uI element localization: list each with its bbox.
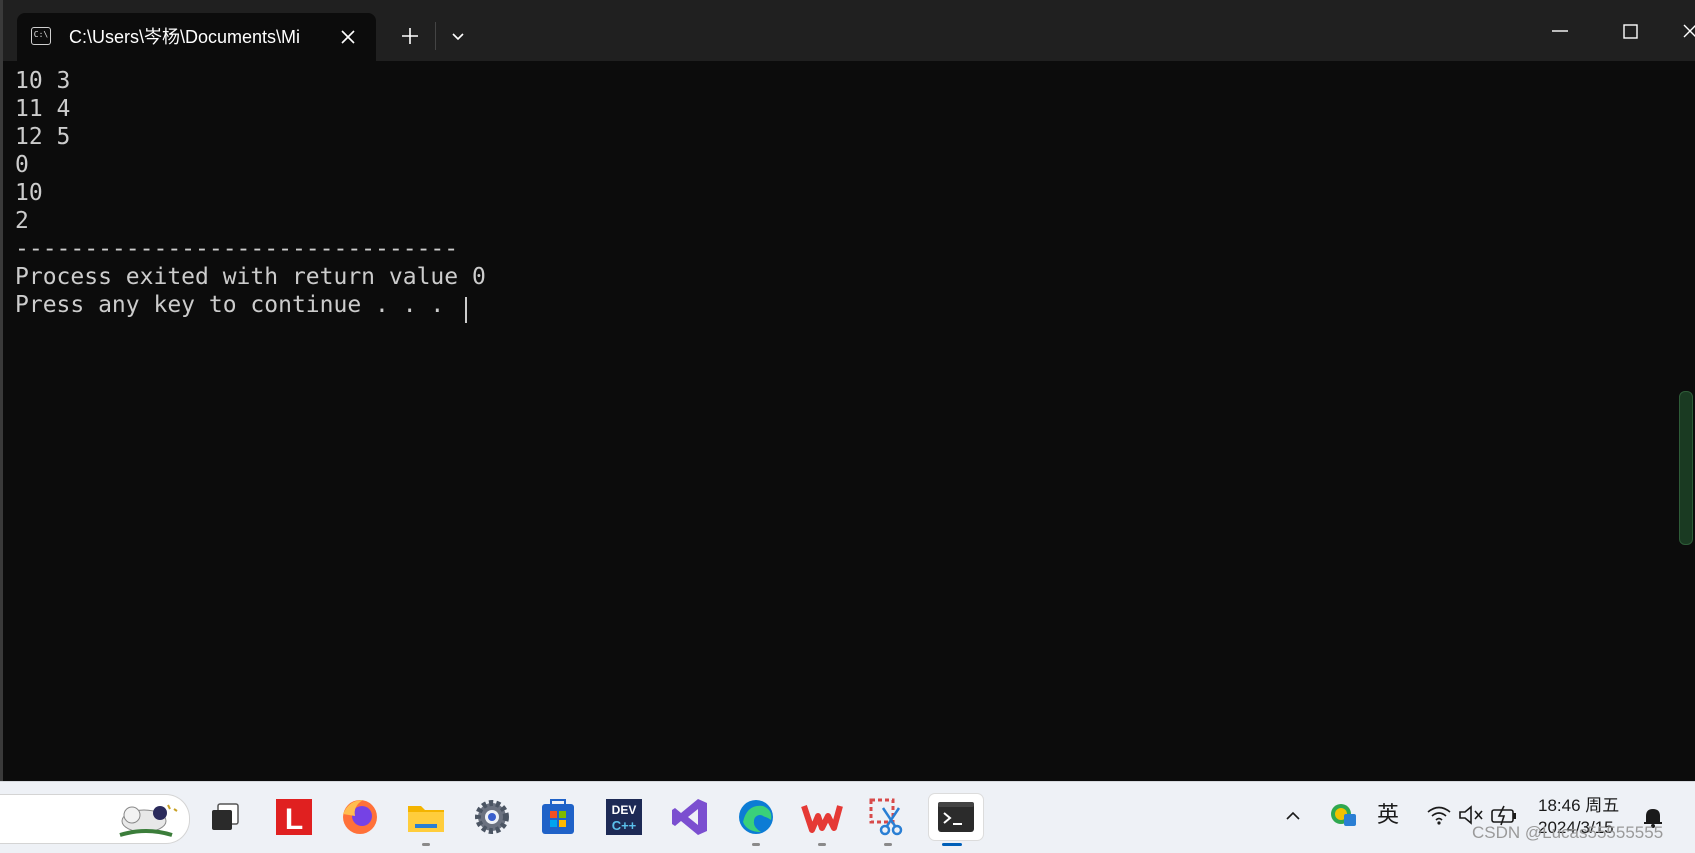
console-icon: C:\	[31, 27, 51, 45]
wifi-icon[interactable]	[1425, 802, 1453, 828]
edge-icon	[739, 800, 773, 834]
running-indicator	[752, 843, 760, 846]
console-prompt-line: Press any key to continue . . .	[15, 292, 459, 318]
minimize-button[interactable]	[1540, 17, 1580, 45]
svg-text:L: L	[285, 803, 303, 836]
console-line: 2	[15, 208, 29, 234]
ime-language-indicator[interactable]: 英	[1377, 802, 1399, 828]
chevron-down-icon[interactable]	[444, 22, 472, 50]
terminal-tab[interactable]: C:\ C:\Users\岑杨\Documents\Mi	[17, 13, 376, 61]
console-line: 11 4	[15, 96, 71, 122]
dev-cpp-icon: DEV C++	[606, 799, 642, 835]
snipping-tool-button[interactable]	[865, 794, 911, 846]
search-highlight-icon	[119, 804, 178, 837]
task-view-icon	[212, 803, 239, 830]
running-indicator	[818, 843, 826, 846]
console-line: 0	[15, 152, 29, 178]
title-bar: C:\ C:\Users\岑杨\Documents\Mi	[0, 0, 1695, 61]
terminal-button[interactable]	[929, 794, 983, 846]
wps-button[interactable]	[799, 794, 845, 846]
firefox-button[interactable]	[337, 794, 383, 840]
settings-button[interactable]	[469, 794, 515, 840]
folder-icon	[408, 806, 444, 832]
running-indicator	[422, 843, 430, 846]
task-view-button[interactable]	[202, 794, 248, 840]
visual-studio-icon	[672, 799, 707, 835]
l-app-button[interactable]: L	[271, 794, 317, 840]
text-cursor	[465, 297, 467, 323]
wps-icon	[801, 805, 843, 833]
active-indicator	[942, 843, 962, 846]
edge-button[interactable]	[733, 794, 779, 846]
console-line: 12 5	[15, 124, 71, 150]
dev-cpp-button[interactable]: DEV C++	[601, 794, 647, 840]
running-indicator	[884, 843, 892, 846]
console-line: 10 3	[15, 68, 71, 94]
input-method-icon[interactable]	[1328, 800, 1358, 830]
close-tab-icon[interactable]	[335, 25, 361, 49]
tab-title: C:\Users\岑杨\Documents\Mi	[69, 27, 301, 47]
microsoft-store-button[interactable]	[535, 794, 581, 840]
watermark-text: CSDN @Lucas55555555	[1472, 823, 1664, 842]
close-window-button[interactable]	[1676, 17, 1695, 45]
tab-divider	[435, 22, 436, 50]
firefox-icon	[343, 800, 377, 834]
snipping-tool-icon	[869, 798, 903, 836]
scrollbar[interactable]	[1679, 391, 1693, 545]
taskbar: L DEV C++ 英 18:46 周五 2024/3/15	[0, 781, 1695, 853]
l-app-icon: L	[276, 799, 312, 836]
chevron-up-icon[interactable]	[1281, 804, 1305, 828]
svg-text:DEV: DEV	[612, 803, 637, 817]
file-explorer-button[interactable]	[403, 794, 449, 846]
gear-icon	[475, 800, 509, 834]
console-separator: --------------------------------	[15, 236, 459, 262]
terminal-icon	[938, 802, 974, 832]
new-tab-button[interactable]	[396, 22, 424, 50]
maximize-button[interactable]	[1610, 17, 1650, 45]
visual-studio-button[interactable]	[667, 794, 713, 840]
search-box[interactable]	[0, 794, 190, 844]
console-line: 10	[15, 180, 43, 206]
window-border	[0, 0, 3, 781]
console-output[interactable]: 10 3 11 4 12 5 0 10 2 ------------------…	[3, 61, 1695, 781]
svg-text:C++: C++	[612, 818, 637, 833]
store-icon	[542, 799, 574, 834]
console-line: Process exited with return value 0	[15, 264, 486, 290]
clock-time[interactable]: 18:46 周五	[1538, 795, 1619, 816]
